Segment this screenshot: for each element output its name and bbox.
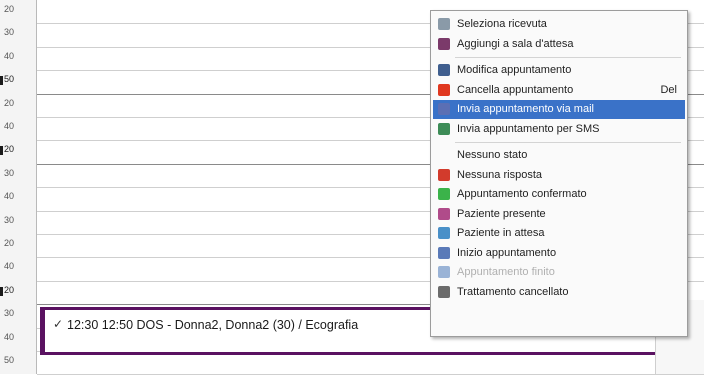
menu-item-label: Paziente presente xyxy=(457,207,546,220)
time-tick: 30 xyxy=(0,211,36,233)
menu-item-label: Cancella appuntamento xyxy=(457,83,574,96)
menu-item[interactable]: Cancella appuntamento Del xyxy=(433,81,685,100)
menu-item-label: Trattamento cancellato xyxy=(457,285,569,298)
appointment-text: 12:30 12:50 DOS - Donna2, Donna2 (30) / … xyxy=(67,318,359,332)
menu-item-label: Invia appuntamento via mail xyxy=(457,103,594,115)
menu-item-label: Modifica appuntamento xyxy=(457,64,572,76)
check-icon: ✓ xyxy=(53,317,64,331)
time-tick: 40 xyxy=(0,47,36,69)
menu-item[interactable]: Seleziona ricevuta xyxy=(433,15,685,34)
menu-item[interactable]: Invia appuntamento per SMS xyxy=(433,120,685,139)
no-response-icon xyxy=(438,168,450,181)
time-tick: 30 xyxy=(0,23,36,45)
mail-icon xyxy=(438,103,450,115)
time-tick: 50 xyxy=(0,351,36,373)
hour-mark xyxy=(0,76,3,86)
time-tick-label: 30 xyxy=(4,214,15,225)
time-tick-label: 20 xyxy=(4,4,15,14)
time-tick-label: 30 xyxy=(4,308,15,319)
time-tick: 40 xyxy=(0,117,36,139)
time-tick: 20 xyxy=(0,140,36,162)
time-tick: 40 xyxy=(0,257,36,279)
time-tick: 30 xyxy=(0,304,36,326)
receipt-icon xyxy=(438,18,450,30)
time-tick: 40 xyxy=(0,187,36,209)
time-tick-label: 40 xyxy=(4,191,15,202)
menu-item-label: Appuntamento confermato xyxy=(457,188,587,200)
edit-icon xyxy=(438,64,450,76)
menu-item-label: Paziente in attesa xyxy=(457,227,545,239)
menu-item[interactable]: Inizio appuntamento xyxy=(433,244,685,263)
treatment-cancelled-icon xyxy=(438,285,450,298)
time-tick: 20 xyxy=(0,94,36,116)
menu-item-label: Invia appuntamento per SMS xyxy=(457,122,600,135)
menu-item[interactable]: Paziente presente xyxy=(433,205,685,224)
time-tick-label: 40 xyxy=(4,331,15,342)
time-tick-label: 30 xyxy=(4,27,15,38)
time-tick-label: 30 xyxy=(4,167,15,178)
time-tick: 50 xyxy=(0,70,36,92)
time-tick-label: 40 xyxy=(4,261,15,272)
time-tick: 20 xyxy=(0,0,36,22)
menu-item[interactable]: Trattamento cancellato xyxy=(433,283,685,302)
time-tick-label: 50 xyxy=(4,355,15,365)
menu-item[interactable]: Appuntamento confermato xyxy=(433,185,685,204)
menu-item: Appuntamento finito xyxy=(433,263,685,282)
sms-icon xyxy=(438,122,450,135)
hour-mark xyxy=(0,286,3,296)
cancel-icon xyxy=(438,83,450,96)
patient-waiting-icon xyxy=(438,227,450,239)
start-icon xyxy=(438,246,450,259)
time-tick-label: 50 xyxy=(4,74,15,85)
menu-item[interactable]: Nessuno stato xyxy=(433,146,685,165)
menu-item-label: Inizio appuntamento xyxy=(457,246,557,259)
menu-item[interactable]: Modifica appuntamento xyxy=(433,61,685,80)
time-tick: 40 xyxy=(0,328,36,350)
context-menu: Seleziona ricevuta Aggiungi a sala d'atte… xyxy=(430,10,688,337)
menu-item-shortcut: Del xyxy=(660,83,677,96)
menu-item[interactable]: Aggiungi a sala d'attesa xyxy=(433,35,685,54)
time-tick-label: 20 xyxy=(4,97,15,108)
time-gutter: 20 30 40 50 20 40 20 30 40 30 20 40 20 30 40 50 xyxy=(0,0,37,374)
waiting-room-icon xyxy=(438,37,450,50)
time-tick-label: 20 xyxy=(4,284,15,295)
hour-mark xyxy=(0,146,3,156)
time-tick: 20 xyxy=(0,234,36,256)
time-tick-label: 40 xyxy=(4,50,15,61)
menu-separator xyxy=(455,142,681,143)
patient-present-icon xyxy=(438,207,450,220)
menu-separator xyxy=(455,57,681,58)
menu-item[interactable]: Invia appuntamento via mail xyxy=(433,100,685,119)
time-tick-label: 40 xyxy=(4,121,15,131)
menu-item-label: Nessuna risposta xyxy=(457,168,542,181)
time-tick: 30 xyxy=(0,164,36,186)
check-icon xyxy=(438,266,450,278)
menu-item-label: Nessuno stato xyxy=(457,149,528,161)
menu-item[interactable]: Nessuna risposta xyxy=(433,166,685,185)
menu-item-label: Seleziona ricevuta xyxy=(457,18,547,30)
confirmed-icon xyxy=(438,188,450,200)
menu-item-label: Appuntamento finito xyxy=(457,266,555,278)
menu-item-label: Aggiungi a sala d'attesa xyxy=(457,37,574,50)
time-tick-label: 20 xyxy=(4,238,15,248)
menu-item[interactable]: Paziente in attesa xyxy=(433,224,685,243)
time-tick-label: 20 xyxy=(4,144,15,155)
time-tick: 20 xyxy=(0,281,36,303)
